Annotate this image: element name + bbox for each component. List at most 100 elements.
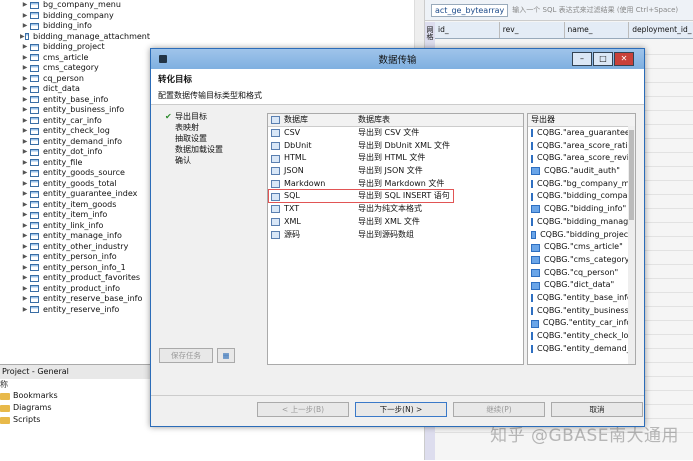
tree-item[interactable]: ▶ cms_category: [0, 63, 150, 74]
expand-arrow-icon[interactable]: ▶: [20, 0, 30, 11]
minimize-icon[interactable]: –: [572, 52, 592, 66]
expand-arrow-icon[interactable]: ▶: [20, 168, 30, 179]
expand-arrow-icon[interactable]: ▶: [20, 84, 30, 95]
tree-item[interactable]: ▶ entity_goods_source: [0, 168, 150, 179]
target-row[interactable]: CQBG."area_guarantee_i: [528, 127, 635, 140]
tree-item[interactable]: ▶ bg_company_menu: [0, 0, 150, 11]
expand-arrow-icon[interactable]: ▶: [20, 231, 30, 242]
format-row[interactable]: CSV 导出到 CSV 文件: [268, 127, 523, 140]
dialog-titlebar[interactable]: 数据传输 – □ ✕: [151, 49, 644, 69]
expand-arrow-icon[interactable]: ▶: [20, 42, 30, 53]
grid-column-header[interactable]: name_: [565, 22, 630, 38]
tree-item[interactable]: ▶ bidding_info: [0, 21, 150, 32]
expand-arrow-icon[interactable]: ▶: [20, 95, 30, 106]
tree-item[interactable]: ▶ entity_goods_total: [0, 179, 150, 190]
close-icon[interactable]: ✕: [614, 52, 634, 66]
target-row[interactable]: CQBG."area_score_revise: [528, 152, 635, 165]
tree-item[interactable]: ▶ entity_file: [0, 158, 150, 169]
target-row[interactable]: CQBG."entity_base_info": [528, 292, 635, 305]
expand-arrow-icon[interactable]: ▶: [20, 189, 30, 200]
tree-item[interactable]: ▶ entity_product_info: [0, 284, 150, 295]
grid-column-header[interactable]: deployment_id_: [629, 22, 693, 38]
expand-arrow-icon[interactable]: ▶: [20, 105, 30, 116]
expand-arrow-icon[interactable]: ▶: [20, 11, 30, 22]
expand-arrow-icon[interactable]: ▶: [20, 242, 30, 253]
target-row[interactable]: CQBG."cms_article": [528, 241, 635, 254]
target-row[interactable]: CQBG."bidding_company: [528, 190, 635, 203]
tree-item[interactable]: ▶ entity_guarantee_index: [0, 189, 150, 200]
tree-item[interactable]: ▶ cms_article: [0, 53, 150, 64]
format-row[interactable]: XML 导出到 XML 文件: [268, 216, 523, 229]
finish-button[interactable]: 继续(P): [453, 402, 545, 417]
wizard-step[interactable]: 抽取设置: [165, 133, 255, 144]
wizard-step[interactable]: 表映射: [165, 122, 255, 133]
filter-hint[interactable]: 输入一个 SQL 表达式来过滤结果 (使用 Ctrl+Space): [512, 5, 678, 15]
expand-arrow-icon[interactable]: ▶: [20, 21, 30, 32]
tree-item[interactable]: ▶ bidding_project: [0, 42, 150, 53]
expand-arrow-icon[interactable]: ▶: [20, 147, 30, 158]
tree-item[interactable]: ▶ entity_item_info: [0, 210, 150, 221]
target-row[interactable]: CQBG."area_score_ratio": [528, 140, 635, 153]
expand-arrow-icon[interactable]: ▶: [20, 200, 30, 211]
tree-item[interactable]: ▶ cq_person: [0, 74, 150, 85]
expand-arrow-icon[interactable]: ▶: [20, 305, 30, 316]
expand-arrow-icon[interactable]: ▶: [20, 179, 30, 190]
tree-item[interactable]: ▶ entity_dot_info: [0, 147, 150, 158]
tree-item[interactable]: ▶ entity_person_info: [0, 252, 150, 263]
tree-item[interactable]: ▶ entity_item_goods: [0, 200, 150, 211]
next-button[interactable]: 下一步(N) >: [355, 402, 447, 417]
target-row[interactable]: CQBG."entity_business_in: [528, 305, 635, 318]
target-row[interactable]: CQBG."entity_demand_in: [528, 343, 635, 356]
maximize-icon[interactable]: □: [593, 52, 613, 66]
expand-arrow-icon[interactable]: ▶: [20, 158, 30, 169]
tree-item[interactable]: ▶ entity_car_info: [0, 116, 150, 127]
tree-item[interactable]: ▶ entity_manage_info: [0, 231, 150, 242]
format-row[interactable]: HTML 导出到 HTML 文件: [268, 152, 523, 165]
task-config-icon[interactable]: ▦: [217, 348, 235, 363]
editor-tab[interactable]: act_ge_bytearray: [431, 3, 509, 17]
expand-arrow-icon[interactable]: ▶: [20, 284, 30, 295]
tree-item[interactable]: ▶ bidding_company: [0, 11, 150, 22]
table-tree[interactable]: ▶ bg_company_menu ▶ bidding_company ▶ bidding…: [0, 0, 150, 363]
expand-arrow-icon[interactable]: ▶: [20, 137, 30, 148]
tree-item[interactable]: ▶ dict_data: [0, 84, 150, 95]
tree-item[interactable]: ▶ entity_other_industry: [0, 242, 150, 253]
format-row[interactable]: DbUnit 导出到 DbUnit XML 文件: [268, 140, 523, 153]
target-row[interactable]: CQBG."bidding_info": [528, 203, 635, 216]
tree-item[interactable]: ▶ entity_product_favorites: [0, 273, 150, 284]
target-row[interactable]: CQBG."bg_company_men: [528, 178, 635, 191]
target-row[interactable]: CQBG."bidding_project": [528, 229, 635, 242]
tree-item[interactable]: ▶ entity_base_info: [0, 95, 150, 106]
tree-item[interactable]: ▶ entity_person_info_1: [0, 263, 150, 274]
target-row[interactable]: CQBG."cq_person": [528, 267, 635, 280]
tree-item[interactable]: ▶ bidding_manage_attachment: [0, 32, 150, 43]
expand-arrow-icon[interactable]: ▶: [20, 221, 30, 232]
wizard-step[interactable]: ✔ 导出目标: [165, 111, 255, 122]
target-scroll-thumb[interactable]: [629, 130, 634, 220]
expand-arrow-icon[interactable]: ▶: [20, 252, 30, 263]
tree-item[interactable]: ▶ entity_demand_info: [0, 137, 150, 148]
expand-arrow-icon[interactable]: ▶: [20, 263, 30, 274]
tree-item[interactable]: ▶ entity_check_log: [0, 126, 150, 137]
format-row[interactable]: 源码 导出到源码数组: [268, 229, 523, 242]
cancel-button[interactable]: 取消: [551, 402, 643, 417]
expand-arrow-icon[interactable]: ▶: [20, 210, 30, 221]
project-panel-title[interactable]: Project - General: [0, 365, 150, 379]
expand-arrow-icon[interactable]: ▶: [20, 294, 30, 305]
expand-arrow-icon[interactable]: ▶: [20, 126, 30, 137]
grid-column-header[interactable]: rev_: [500, 22, 565, 38]
tree-item[interactable]: ▶ entity_reserve_info: [0, 305, 150, 316]
expand-arrow-icon[interactable]: ▶: [20, 53, 30, 64]
grid-column-header[interactable]: id_: [435, 22, 500, 38]
expand-arrow-icon[interactable]: ▶: [20, 74, 30, 85]
wizard-step[interactable]: 数据加载设置: [165, 144, 255, 155]
expand-arrow-icon[interactable]: ▶: [20, 273, 30, 284]
format-row[interactable]: TXT 导出为纯文本格式: [268, 203, 523, 216]
target-row[interactable]: CQBG."entity_check_log": [528, 330, 635, 343]
tree-item[interactable]: ▶ entity_reserve_base_info: [0, 294, 150, 305]
format-row[interactable]: JSON 导出到 JSON 文件: [268, 165, 523, 178]
target-row[interactable]: CQBG."cms_category": [528, 254, 635, 267]
project-item[interactable]: Diagrams: [0, 402, 150, 414]
save-task-button[interactable]: 保存任务: [159, 348, 213, 363]
target-row[interactable]: CQBG."audit_auth": [528, 165, 635, 178]
